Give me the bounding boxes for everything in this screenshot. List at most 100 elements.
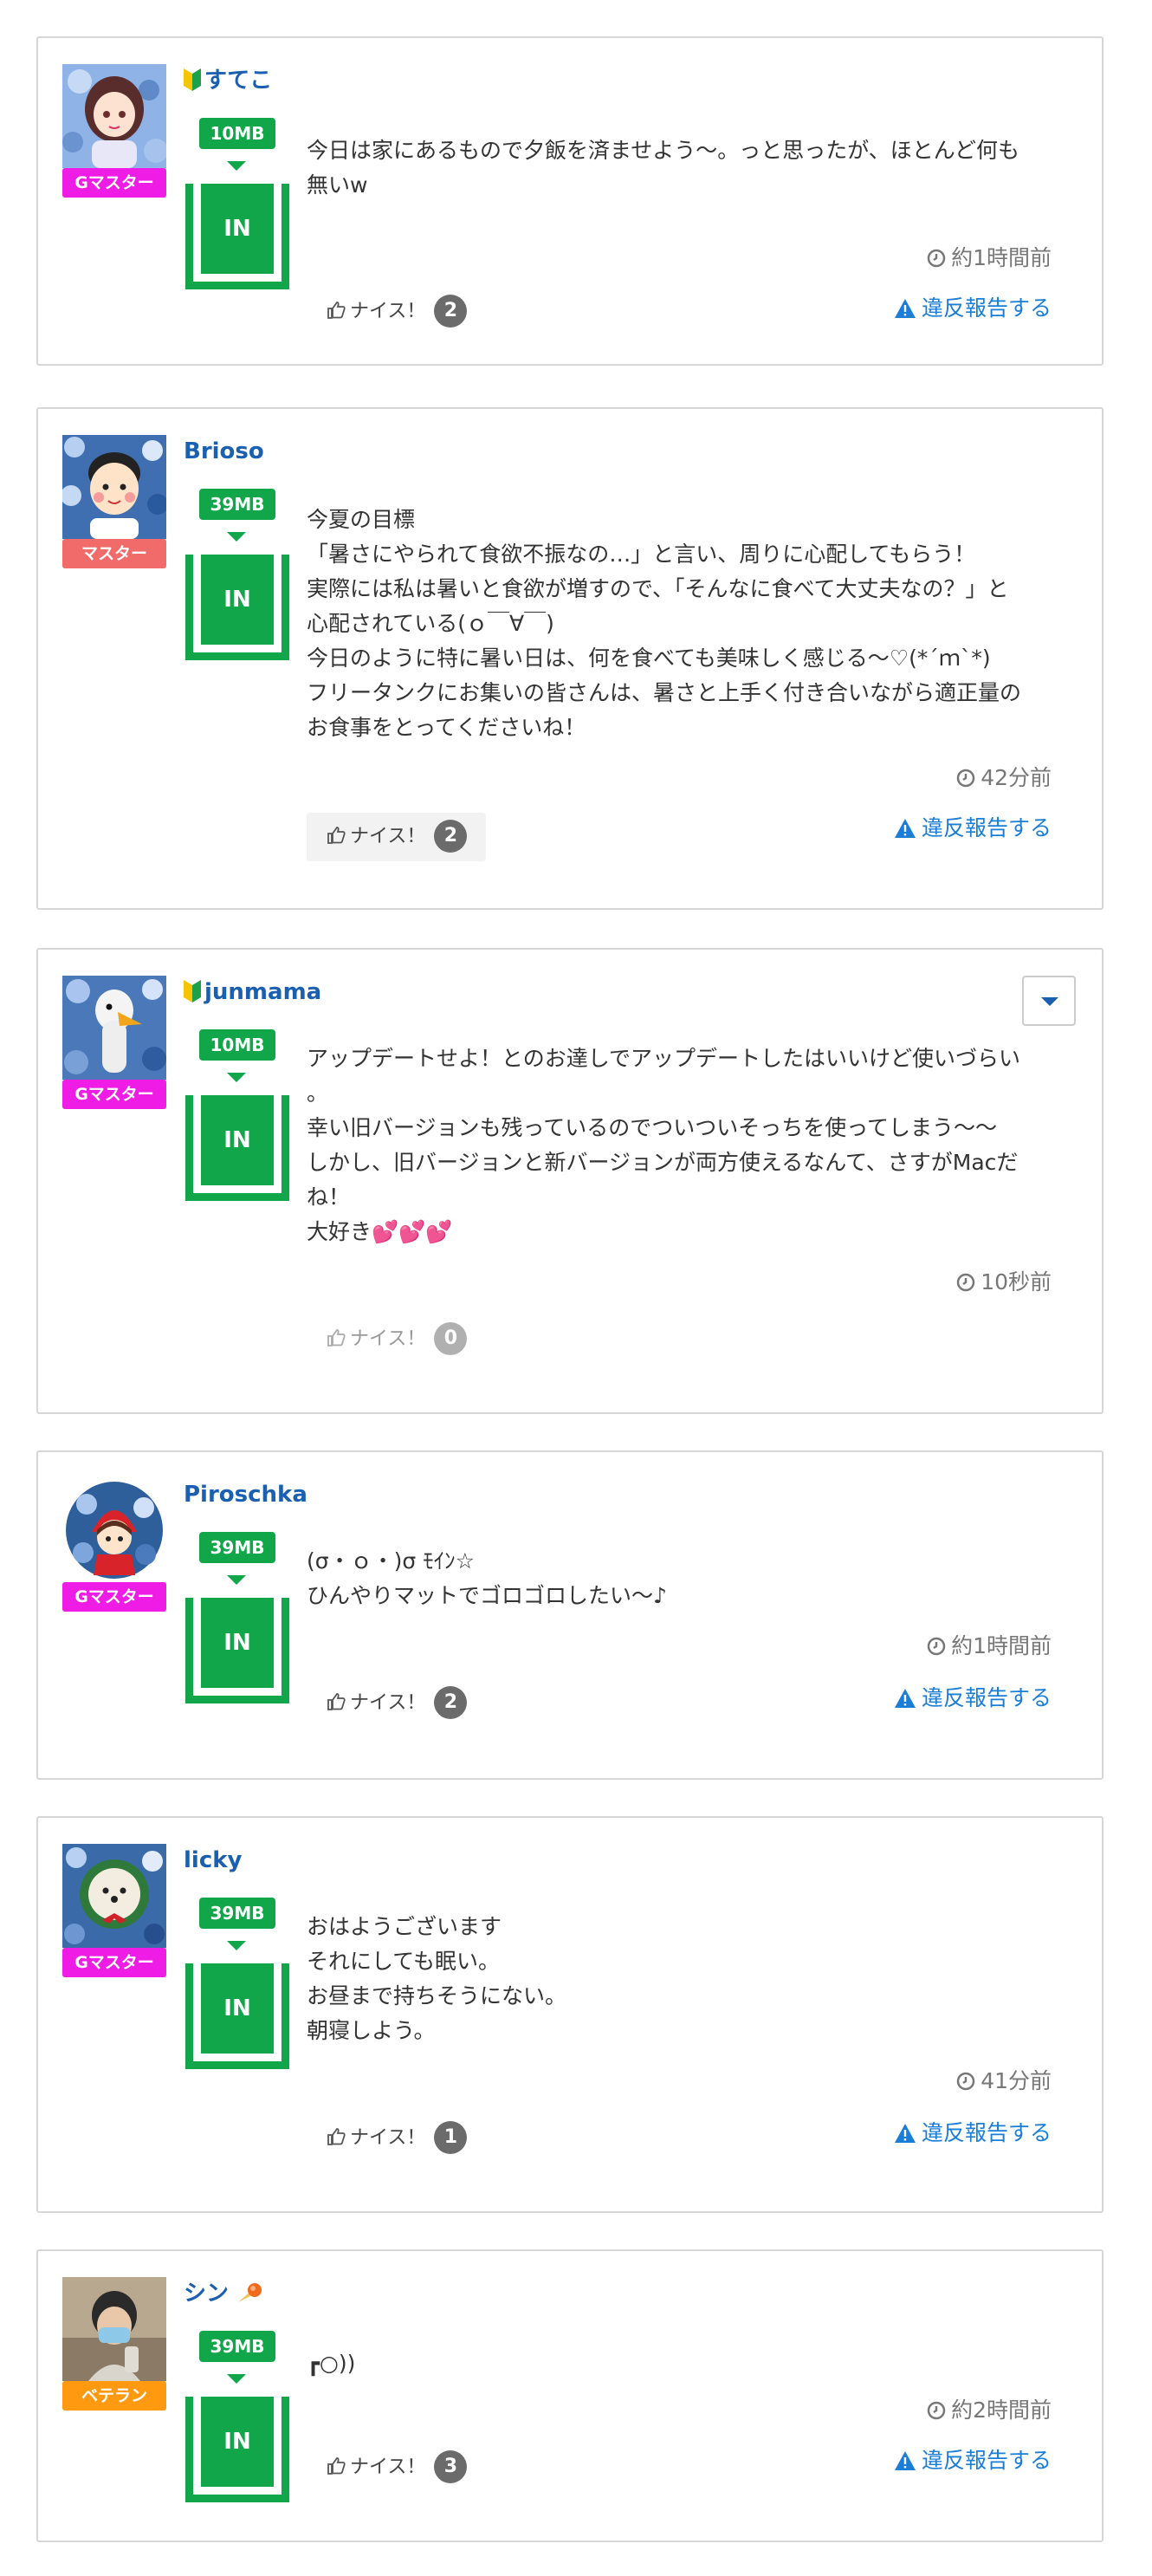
- thumbs-up-icon: [327, 302, 346, 319]
- rank-badge: ベテラン: [62, 2381, 166, 2411]
- mb-badge: 39MB: [199, 1532, 275, 1563]
- nice-count: 0: [434, 1322, 468, 1355]
- nice-button[interactable]: ナイス！ 0: [307, 1315, 486, 1364]
- user-name: Piroschka: [184, 1482, 307, 1508]
- report-link[interactable]: 違反報告する: [894, 293, 1052, 324]
- user-avatar[interactable]: [62, 2277, 166, 2381]
- beginner-mark-icon: [184, 979, 201, 1012]
- post-time: 10秒前: [956, 1267, 1052, 1298]
- nice-button[interactable]: ナイス！ 2: [307, 813, 487, 861]
- user-name-link[interactable]: すてこ: [184, 64, 272, 101]
- in-label: IN: [201, 1095, 274, 1185]
- mb-badge: 10MB: [199, 1029, 275, 1061]
- clock-icon: [956, 2072, 975, 2091]
- user-name: Brioso: [184, 438, 264, 464]
- nice-label: ナイス！: [350, 1328, 426, 1350]
- user-avatar[interactable]: [62, 1844, 166, 1948]
- thumbs-up-icon: [327, 2128, 346, 2145]
- nice-label: ナイス！: [350, 2127, 426, 2149]
- clock-icon: [927, 1637, 946, 1656]
- post-card: マスター Brioso 39MB IN 今夏の目標 「暑さにやられて食欲不振なの…: [36, 407, 1103, 910]
- clock-icon: [927, 2401, 946, 2420]
- in-button[interactable]: IN: [185, 184, 289, 289]
- rank-badge: Gマスター: [62, 1080, 166, 1109]
- mb-badge: 10MB: [199, 118, 275, 149]
- post-message: 今日は家にあるもので夕飯を済ませよう〜。っと思ったが、ほとんど何も 無いw: [307, 138, 1020, 198]
- post-menu-dropdown[interactable]: [1022, 976, 1076, 1026]
- post-card: ベテラン シン 39MB IN ┏○)) 約2時間前 ナイス！ 3 違反報告する: [36, 2249, 1103, 2542]
- warning-icon: [894, 299, 916, 318]
- nice-button[interactable]: ナイス！ 2: [307, 288, 486, 336]
- nice-count: 2: [434, 1686, 468, 1719]
- user-name: すてこ: [204, 68, 273, 94]
- nice-button[interactable]: ナイス！ 2: [307, 1679, 486, 1728]
- thumbs-up-icon: [327, 1693, 346, 1710]
- post-card: Gマスター すてこ 10MB IN 今日は家にあるもので夕飯を済ませよう〜。っと…: [36, 36, 1103, 366]
- user-name: シン: [184, 2281, 230, 2307]
- thumbs-up-icon: [327, 827, 346, 844]
- mb-badge: 39MB: [199, 1898, 275, 1929]
- nice-label: ナイス！: [350, 2456, 426, 2478]
- beginner-mark-icon: [184, 68, 201, 101]
- comet-icon: [236, 2281, 262, 2307]
- rank-badge: Gマスター: [62, 1948, 166, 1977]
- user-name-link[interactable]: junmama: [184, 976, 321, 1012]
- in-label: IN: [201, 184, 274, 274]
- user-avatar[interactable]: [62, 976, 166, 1080]
- nice-count: 3: [434, 2450, 468, 2483]
- post-time: 約1時間前: [927, 243, 1052, 274]
- warning-icon: [894, 819, 916, 838]
- nice-count: 2: [434, 295, 468, 328]
- nice-label: ナイス！: [350, 301, 426, 322]
- mb-badge: 39MB: [199, 489, 275, 520]
- mb-arrow-icon: [227, 161, 246, 171]
- user-name: junmama: [204, 979, 322, 1005]
- nice-button[interactable]: ナイス！ 3: [307, 2443, 486, 2492]
- in-button[interactable]: IN: [185, 2397, 289, 2502]
- user-name-link[interactable]: シン: [184, 2277, 262, 2310]
- report-link[interactable]: 違反報告する: [894, 1683, 1052, 1714]
- in-label: IN: [201, 2397, 274, 2487]
- rank-badge: マスター: [62, 539, 166, 568]
- in-label: IN: [201, 1963, 274, 2054]
- post-message: (σ・ｏ・)σ ﾓｲﾝ☆ ひんやりマットでゴロゴロしたい〜♪: [307, 1548, 667, 1608]
- user-avatar[interactable]: [62, 435, 166, 539]
- nice-button[interactable]: ナイス！ 1: [307, 2114, 486, 2163]
- mb-arrow-icon: [227, 1575, 246, 1585]
- warning-icon: [894, 1689, 916, 1708]
- post-message: ┏○)): [307, 2351, 356, 2376]
- in-button[interactable]: IN: [185, 555, 289, 660]
- report-link[interactable]: 違反報告する: [894, 2445, 1052, 2476]
- nice-label: ナイス！: [350, 826, 426, 847]
- mb-arrow-icon: [227, 1941, 246, 1950]
- mb-arrow-icon: [227, 2374, 246, 2384]
- caret-down-icon: [1041, 997, 1058, 1006]
- in-button[interactable]: IN: [185, 1598, 289, 1703]
- warning-icon: [894, 2451, 916, 2470]
- post-card: Gマスター licky 39MB IN おはようございます それにしても眠い。 …: [36, 1816, 1103, 2213]
- user-name-link[interactable]: Piroschka: [184, 1478, 307, 1511]
- post-card: Gマスター Piroschka 39MB IN (σ・ｏ・)σ ﾓｲﾝ☆ ひんや…: [36, 1450, 1103, 1780]
- in-label: IN: [201, 1598, 274, 1688]
- in-button[interactable]: IN: [185, 1095, 289, 1201]
- mb-arrow-icon: [227, 1073, 246, 1082]
- user-name-link[interactable]: Brioso: [184, 435, 264, 468]
- mb-arrow-icon: [227, 532, 246, 542]
- rank-badge: Gマスター: [62, 1582, 166, 1612]
- report-link[interactable]: 違反報告する: [894, 2118, 1052, 2149]
- in-label: IN: [201, 555, 274, 645]
- post-time: 約1時間前: [927, 1631, 1052, 1662]
- user-name-link[interactable]: licky: [184, 1844, 242, 1877]
- post-message: おはようございます それにしても眠い。 お昼まで持ちそうにない。 朝寝しよう。: [307, 1914, 567, 2043]
- report-link[interactable]: 違反報告する: [894, 813, 1052, 844]
- clock-icon: [956, 769, 975, 788]
- warning-icon: [894, 2124, 916, 2143]
- post-message: アップデートせよ！とのお達しでアップデートしたはいいけど使いづらい 。 幸い旧バ…: [307, 1046, 1021, 1244]
- in-button[interactable]: IN: [185, 1963, 289, 2069]
- user-avatar[interactable]: [62, 1478, 166, 1582]
- nice-count: 1: [434, 2121, 468, 2154]
- post-message: 今夏の目標 「暑さにやられて食欲不振なの…」と言い、周りに心配してもらう！ 実際…: [307, 507, 1022, 740]
- clock-icon: [956, 1273, 975, 1292]
- thumbs-up-icon: [327, 2457, 346, 2475]
- user-avatar[interactable]: [62, 64, 166, 168]
